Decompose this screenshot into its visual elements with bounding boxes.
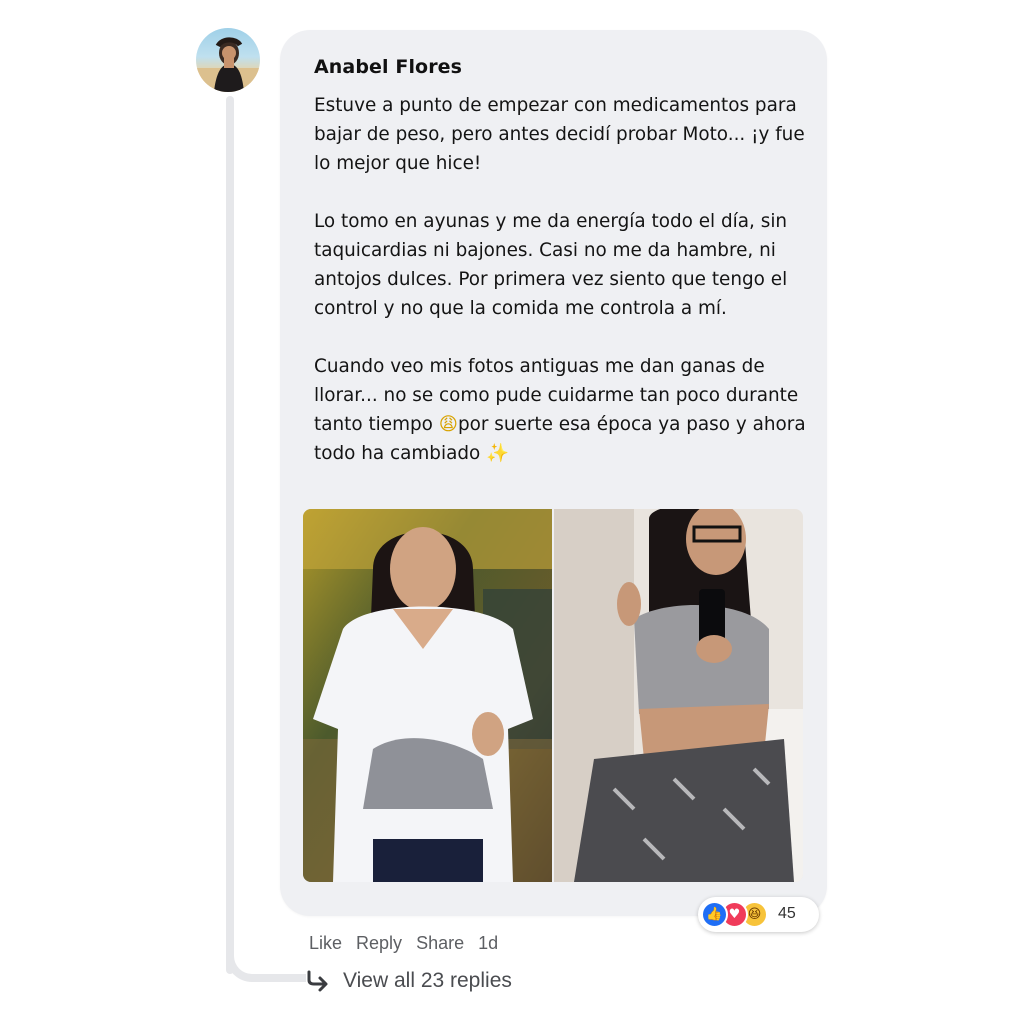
view-replies-label: View all 23 replies xyxy=(343,969,512,992)
thread-line xyxy=(226,96,234,974)
weary-face-emoji: 😩 xyxy=(438,414,458,435)
comment-timestamp[interactable]: 1d xyxy=(478,933,498,954)
comment-actions: Like Reply Share 1d xyxy=(309,933,498,954)
like-icon: 👍 xyxy=(701,901,728,928)
reactions-summary[interactable]: 👍 ♥ 😆 45 xyxy=(698,897,819,932)
thread-connector xyxy=(226,940,306,982)
comment-paragraph: Lo tomo en ayunas y me da energía todo e… xyxy=(314,211,788,319)
reply-button[interactable]: Reply xyxy=(356,933,402,954)
comment-author[interactable]: Anabel Flores xyxy=(314,56,462,78)
comment-photo[interactable] xyxy=(303,509,803,882)
before-photo xyxy=(303,509,552,882)
view-replies-link[interactable]: View all 23 replies xyxy=(305,968,512,994)
share-button[interactable]: Share xyxy=(416,933,464,954)
comment-paragraph: Estuve a punto de empezar con medicament… xyxy=(314,95,805,174)
reaction-count: 45 xyxy=(778,905,796,922)
comment-text: Estuve a punto de empezar con medicament… xyxy=(314,91,806,497)
reply-arrow-icon xyxy=(307,970,328,992)
sparkles-emoji: ✨ xyxy=(486,443,510,464)
like-button[interactable]: Like xyxy=(309,933,342,954)
avatar[interactable] xyxy=(196,28,260,92)
comment-paragraph: Cuando veo mis fotos antiguas me dan gan… xyxy=(314,352,806,468)
avatar-photo xyxy=(196,37,260,92)
after-photo xyxy=(554,509,803,882)
